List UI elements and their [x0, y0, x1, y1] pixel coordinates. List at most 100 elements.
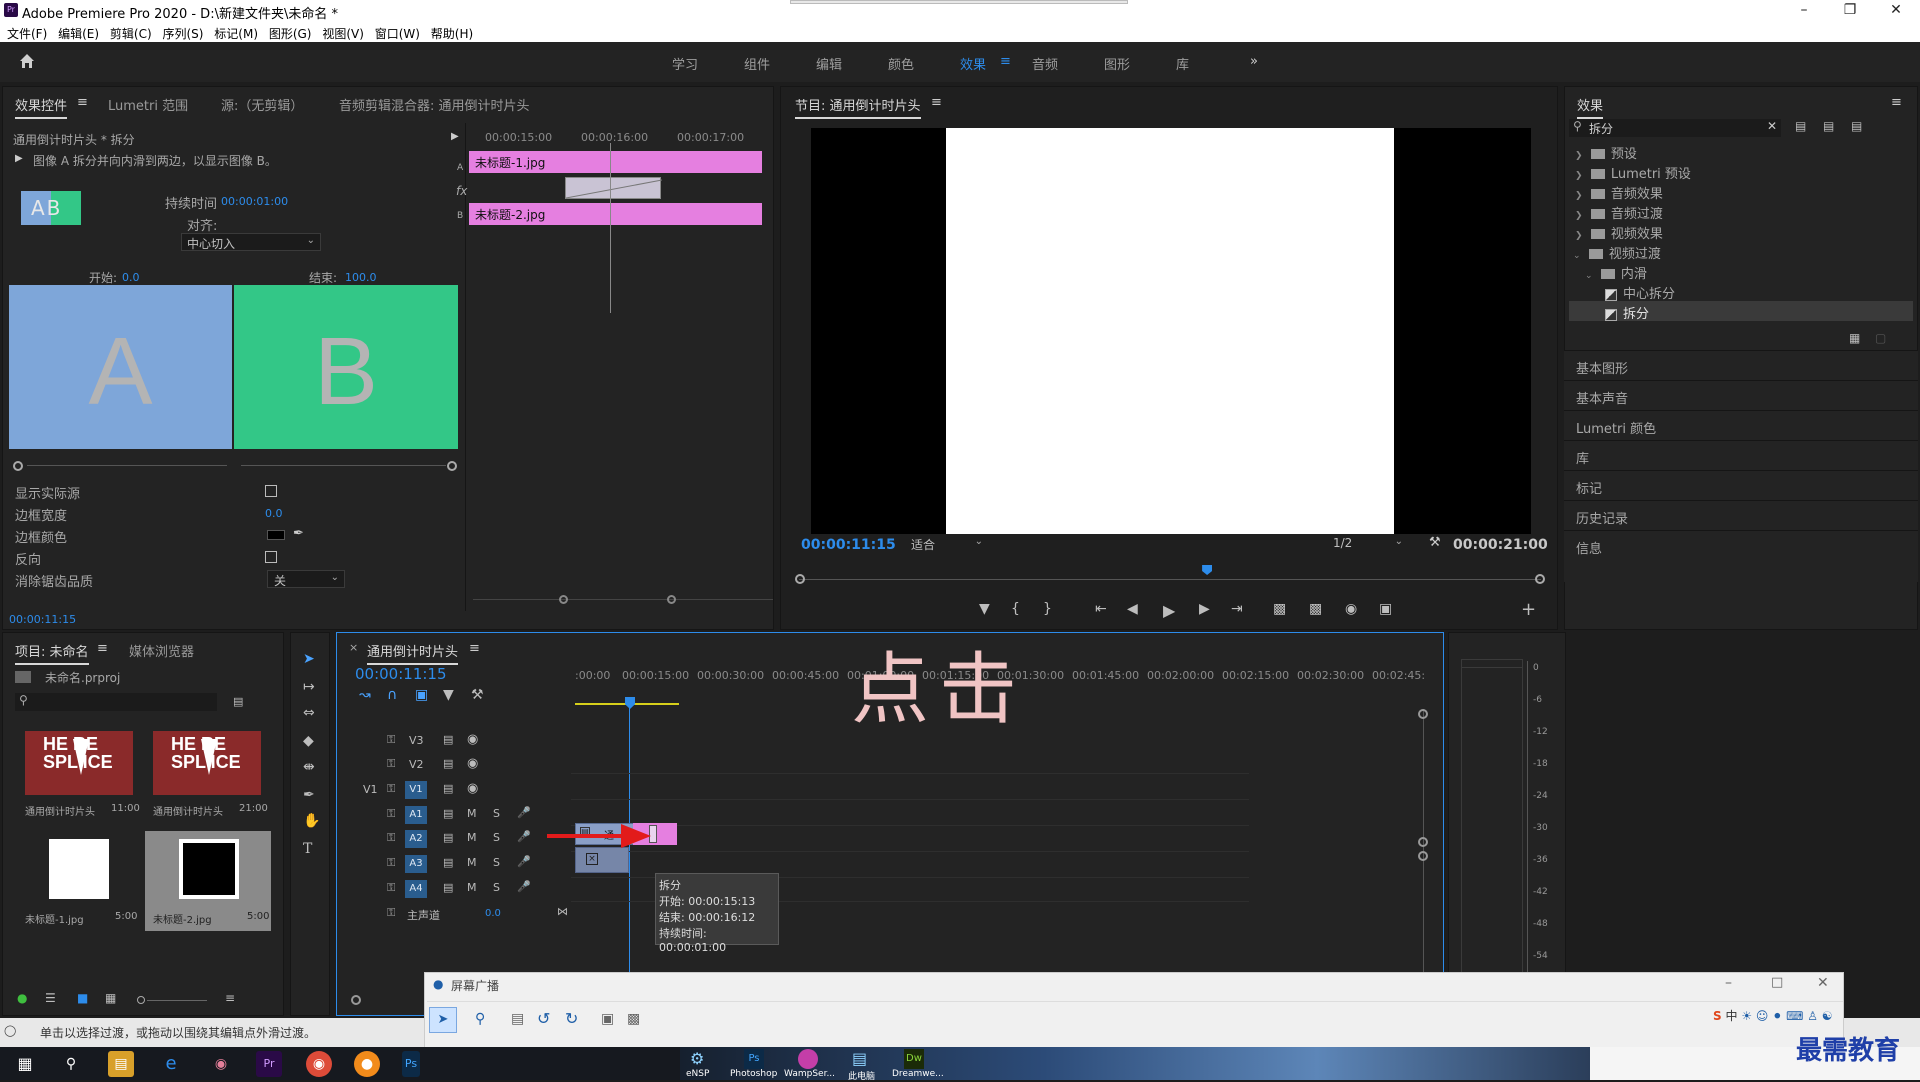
mute-button[interactable]: M: [467, 807, 477, 820]
workspace-graphics[interactable]: 图形: [1104, 54, 1130, 73]
expand-arrow-icon[interactable]: ▶: [451, 131, 459, 142]
nest-icon[interactable]: ↝: [359, 687, 371, 703]
redo-icon[interactable]: ↻: [565, 1009, 578, 1028]
menu-markers[interactable]: 标记(M): [214, 25, 258, 42]
snap-icon[interactable]: ∩: [387, 687, 397, 703]
mute-button[interactable]: M: [467, 856, 477, 869]
slip-tool-icon[interactable]: ⇼: [303, 759, 315, 775]
windows-start-icon[interactable]: ▦: [12, 1051, 38, 1077]
toggle-sync-icon[interactable]: ▤: [443, 881, 453, 894]
play-icon[interactable]: ▶: [1163, 601, 1175, 620]
lock-icon[interactable]: ●: [17, 991, 27, 1005]
program-viewer[interactable]: [811, 128, 1531, 534]
menu-file[interactable]: 文件(F): [7, 25, 47, 42]
tree-item-audio-transitions[interactable]: ❯ 音频过渡: [1575, 203, 1663, 222]
play-transition-icon[interactable]: ▶: [15, 153, 23, 164]
program-timecode[interactable]: 00:00:11:15: [801, 537, 896, 553]
tab-project[interactable]: 项目: 未命名: [15, 641, 89, 665]
razor-tool-icon[interactable]: ◆: [303, 733, 314, 749]
undo-icon[interactable]: ↺: [537, 1009, 550, 1028]
preview-b[interactable]: B: [234, 285, 458, 449]
app-icon[interactable]: ◉: [208, 1051, 234, 1077]
window-icon[interactable]: ▩: [627, 1011, 640, 1027]
tab-menu-icon[interactable]: ≡: [77, 95, 88, 110]
scrub-start-handle[interactable]: [795, 574, 805, 584]
panel-markers[interactable]: 标记: [1576, 478, 1602, 497]
solo-button[interactable]: S: [493, 856, 500, 869]
vscroll-handle[interactable]: [1418, 837, 1428, 847]
solo-button[interactable]: S: [493, 881, 500, 894]
tree-item-center-split[interactable]: 中心拆分: [1605, 283, 1675, 302]
menu-help[interactable]: 帮助(H): [431, 25, 473, 42]
track-select-tool-icon[interactable]: ↦: [303, 679, 315, 695]
master-expand-icon[interactable]: ⋈: [557, 905, 568, 918]
clear-search-icon[interactable]: ✕: [1767, 119, 1777, 133]
eye-icon[interactable]: ◉: [467, 756, 478, 771]
ec-scrollbar[interactable]: [473, 599, 773, 600]
track-a4-label[interactable]: A4: [405, 880, 427, 898]
wrench-icon[interactable]: ⚒: [1429, 535, 1441, 550]
duration-value[interactable]: 00:00:01:00: [221, 195, 288, 208]
pen-tool-icon[interactable]: ✒: [303, 787, 315, 803]
resolution-dropdown[interactable]: 1/2 ⌄: [1329, 535, 1407, 553]
ec-playhead[interactable]: [610, 143, 611, 313]
zoom-slider-handle[interactable]: [137, 996, 145, 1004]
edge-icon[interactable]: e: [158, 1051, 184, 1077]
panel-libraries[interactable]: 库: [1576, 448, 1589, 467]
program-scrub-bar[interactable]: [799, 579, 1541, 580]
project-menu-icon[interactable]: ≡: [97, 641, 108, 656]
new-search-bin-icon[interactable]: ▤: [233, 695, 243, 708]
track-lock-icon[interactable]: ⚿: [387, 856, 395, 870]
project-item-thumb-4[interactable]: [179, 839, 239, 899]
home-icon[interactable]: [18, 52, 36, 74]
mic-icon[interactable]: 🎤: [517, 855, 531, 868]
start-value[interactable]: 0.0: [122, 271, 140, 284]
wamp-desktop-icon[interactable]: [798, 1049, 818, 1069]
32bit-effects-icon[interactable]: ▤: [1823, 119, 1834, 133]
yuv-effects-icon[interactable]: ▤: [1851, 119, 1862, 133]
ec-scroll-handle-left[interactable]: [559, 595, 568, 604]
menu-graphics[interactable]: 图形(G): [269, 25, 312, 42]
toggle-sync-icon[interactable]: ▤: [443, 757, 453, 770]
mic-icon[interactable]: 🎤: [517, 830, 531, 843]
project-item-thumb-2[interactable]: HE RE SPL ICE: [153, 731, 261, 795]
linked-selection-icon[interactable]: ▣: [415, 687, 428, 703]
camera-icon[interactable]: ▣: [601, 1011, 614, 1027]
toggle-sync-icon[interactable]: ▤: [443, 831, 453, 844]
align-dropdown[interactable]: 中心切入 ⌄: [181, 233, 321, 251]
track-lock-icon[interactable]: ⚿: [387, 881, 395, 895]
workspace-audio[interactable]: 音频: [1032, 54, 1058, 73]
workspace-libraries[interactable]: 库: [1176, 54, 1189, 73]
menu-clip[interactable]: 剪辑(C): [110, 25, 152, 42]
delete-icon[interactable]: ▢: [1875, 331, 1886, 345]
antialias-dropdown[interactable]: 关 ⌄: [267, 570, 345, 588]
menu-view[interactable]: 视图(V): [322, 25, 364, 42]
track-a2-label[interactable]: A2: [405, 830, 427, 848]
premiere-taskbar-icon[interactable]: Pr: [256, 1051, 282, 1077]
eye-icon[interactable]: ◉: [467, 732, 478, 747]
track-lock-icon[interactable]: ⚿: [387, 757, 395, 771]
track-a3-label[interactable]: A3: [405, 855, 427, 873]
end-value[interactable]: 100.0: [345, 271, 377, 284]
program-menu-icon[interactable]: ≡: [931, 95, 942, 110]
mic-icon[interactable]: 🎤: [517, 880, 531, 893]
toggle-sync-icon[interactable]: ▤: [443, 733, 453, 746]
effects-title[interactable]: 效果: [1577, 95, 1604, 119]
solo-button[interactable]: S: [493, 831, 500, 844]
timeline-menu-icon[interactable]: ≡: [469, 641, 480, 656]
sort-icon[interactable]: ≡: [225, 991, 235, 1005]
chrome-icon[interactable]: ◉: [306, 1051, 332, 1077]
workspace-learn[interactable]: 学习: [672, 54, 698, 73]
hand-tool-icon[interactable]: ✋: [303, 813, 320, 829]
toggle-sync-icon[interactable]: ▤: [443, 782, 453, 795]
comparison-view-icon[interactable]: ▣: [1379, 601, 1392, 617]
end-slider-handle[interactable]: [447, 461, 457, 471]
ec-scroll-handle-right[interactable]: [667, 595, 676, 604]
pointer-tool-icon[interactable]: ➤: [429, 1007, 457, 1033]
export-frame-icon[interactable]: ◉: [1345, 601, 1357, 617]
vscroll-handle[interactable]: [1418, 709, 1428, 719]
step-back-icon[interactable]: ◀: [1127, 601, 1138, 617]
ec-clip-b[interactable]: 未标题-2.jpg: [469, 203, 762, 225]
workspace-assembly[interactable]: 组件: [744, 54, 770, 73]
workspace-more-icon[interactable]: »: [1250, 54, 1258, 69]
